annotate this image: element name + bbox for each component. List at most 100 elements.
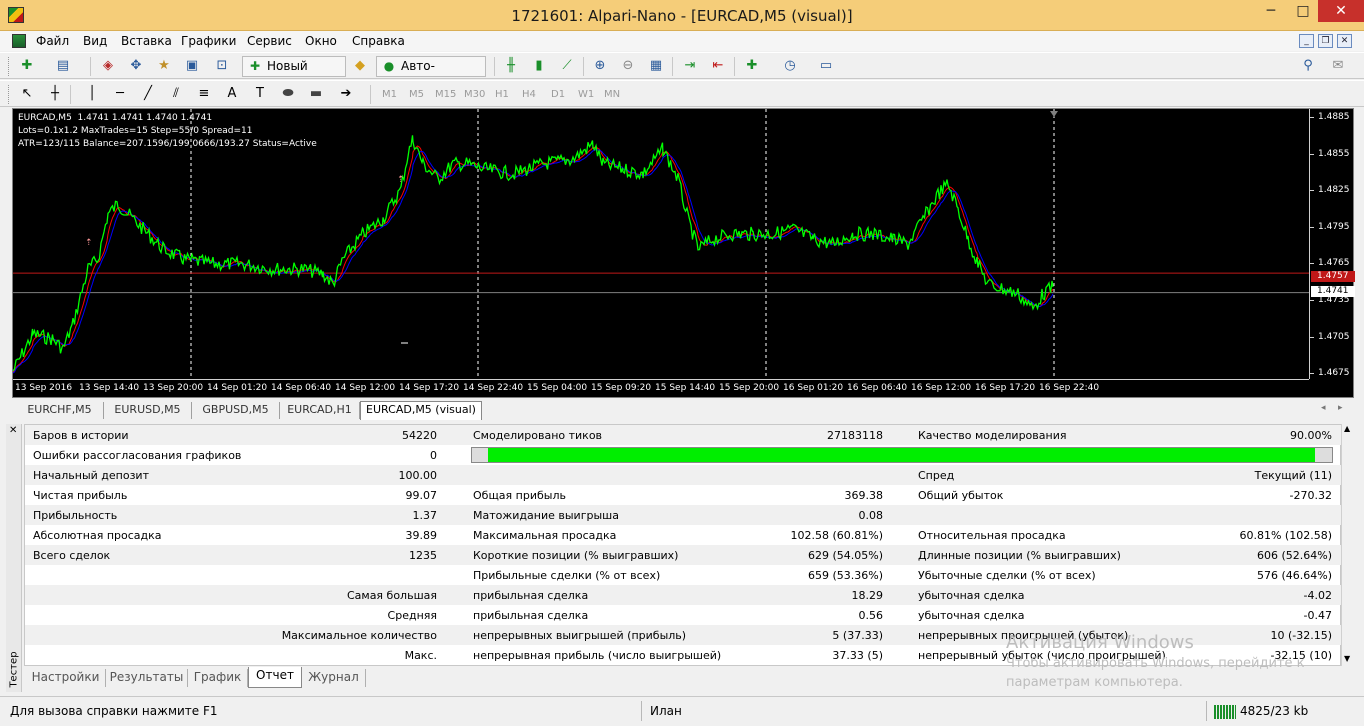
report-cell-c3l: убыточная сделка xyxy=(918,589,1025,602)
menu-file[interactable]: Файл xyxy=(36,34,69,48)
timeframe-h1[interactable]: H1 xyxy=(495,89,509,100)
tab-report[interactable]: Отчет xyxy=(248,667,302,688)
menu-view[interactable]: Вид xyxy=(83,34,107,48)
report-cell-c1v: 39.89 xyxy=(405,529,438,542)
price-tick-mark xyxy=(1310,373,1314,375)
timeframe-mn[interactable]: MN xyxy=(604,89,620,100)
menu-window[interactable]: Окно xyxy=(305,34,337,48)
metaeditor-icon[interactable]: ◆ xyxy=(350,57,370,76)
candlestick-chart-icon[interactable]: ▮ xyxy=(529,57,549,76)
price-tick-label: 1.4795 xyxy=(1318,221,1350,232)
timeframe-m30[interactable]: M30 xyxy=(464,89,485,100)
tab-results[interactable]: Результаты xyxy=(106,669,188,687)
report-cell-c2v: 102.58 (60.81%) xyxy=(790,529,883,542)
tab-eurcad-m5-visual[interactable]: EURCAD,M5 (visual) xyxy=(360,401,482,420)
report-scrollbar[interactable]: ▲ ▼ xyxy=(1341,424,1354,666)
periods-icon[interactable]: ◷ xyxy=(780,57,800,76)
tabs-scroll-right-icon[interactable]: ▸ xyxy=(1338,403,1343,413)
arrows-icon[interactable]: ➔ xyxy=(336,85,356,104)
terminal-icon[interactable]: ▣ xyxy=(182,57,202,76)
report-cell-c1v: 0 xyxy=(430,449,437,462)
timeframe-w1[interactable]: W1 xyxy=(578,89,594,100)
trendline-icon[interactable]: ╱ xyxy=(138,85,158,104)
tester-icon[interactable]: ⊡ xyxy=(212,57,232,76)
maximize-button[interactable]: □ xyxy=(1288,0,1318,22)
auto-trading-button[interactable]: ●Авто-торговля xyxy=(376,56,486,92)
close-button[interactable]: ✕ xyxy=(1318,0,1364,22)
tile-windows-icon[interactable]: ▦ xyxy=(646,57,666,76)
horizontal-line-icon[interactable]: ─ xyxy=(110,85,130,104)
text-icon[interactable]: A xyxy=(222,85,242,104)
navigator-icon[interactable]: ★ xyxy=(154,57,174,76)
menu-charts[interactable]: Графики xyxy=(181,34,236,48)
zoom-out-icon[interactable]: ⊖ xyxy=(618,57,638,76)
tab-eurusd-m5[interactable]: EURUSD,M5 xyxy=(104,402,192,419)
profiles-icon[interactable]: ▤ xyxy=(53,57,73,76)
line-chart-icon[interactable]: ⟋ xyxy=(557,57,577,76)
mdi-restore-button[interactable]: ❐ xyxy=(1318,34,1333,48)
tab-gbpusd-m5[interactable]: GBPUSD,M5 xyxy=(192,402,280,419)
status-bar: Для вызова справки нажмите F1 Илан 4825/… xyxy=(0,696,1364,726)
report-row: Макс. непрерывная прибыль (число выигрыше… xyxy=(25,645,1342,665)
timeframe-h4[interactable]: H4 xyxy=(522,89,536,100)
menu-help[interactable]: Справка xyxy=(352,34,405,48)
rectangle-icon[interactable]: ▬ xyxy=(306,85,326,104)
tester-close-icon[interactable]: ✕ xyxy=(9,425,17,436)
minimize-button[interactable]: ─ xyxy=(1256,0,1286,22)
modeling-progress-bar xyxy=(471,447,1333,463)
chart-window-icon[interactable] xyxy=(12,34,26,48)
cursor-icon[interactable]: ↖ xyxy=(17,85,37,104)
price-scale[interactable]: 1.4885 1.4855 1.4825 1.4795 1.4765 1.4735 1.47… xyxy=(1309,109,1355,379)
time-scale[interactable]: 13 Sep 2016 13 Sep 14:40 13 Sep 20:00 14 Se… xyxy=(13,379,1309,399)
menu-insert[interactable]: Вставка xyxy=(121,34,172,48)
timeframe-d1[interactable]: D1 xyxy=(551,89,565,100)
tab-settings[interactable]: Настройки xyxy=(26,669,106,687)
new-chart-icon[interactable]: ✚ xyxy=(17,57,37,76)
channel-icon[interactable]: ⫽ xyxy=(166,85,186,104)
timeframe-m15[interactable]: M15 xyxy=(435,89,456,100)
ellipse-icon[interactable]: ⬬ xyxy=(278,85,298,104)
auto-trading-icon: ● xyxy=(383,59,395,73)
tab-eurcad-h1[interactable]: EURCAD,H1 xyxy=(280,402,360,419)
zoom-in-icon[interactable]: ⊕ xyxy=(590,57,610,76)
vertical-line-icon[interactable]: │ xyxy=(82,85,102,104)
report-cell-c3v: -32.15 (10) xyxy=(1270,649,1332,662)
report-cell-c1v: 100.00 xyxy=(398,469,438,482)
new-order-button[interactable]: ✚Новый ордер xyxy=(242,56,346,92)
timeframe-m5[interactable]: M5 xyxy=(409,89,424,100)
chart-shift-marker[interactable] xyxy=(1050,111,1058,117)
templates-icon[interactable]: ▭ xyxy=(816,57,836,76)
connection-status-icon[interactable] xyxy=(1214,705,1236,719)
report-cell-c1l: Начальный депозит xyxy=(33,469,149,482)
chat-icon[interactable]: ✉ xyxy=(1328,57,1348,76)
price-chart[interactable]: ⇡ ⇡ EURCAD,M5 1.4741 1.4741 1.4740 1.474… xyxy=(12,108,1355,399)
mdi-close-button[interactable]: ✕ xyxy=(1337,34,1352,48)
crosshair-icon[interactable]: ┼ xyxy=(45,85,65,104)
report-row: Всего сделок 1235 Короткие позиции (% выиг… xyxy=(25,545,1342,565)
indicators-icon[interactable]: ✚ xyxy=(742,57,762,76)
fibonacci-icon[interactable]: ≡ xyxy=(194,85,214,104)
toolbar-grip[interactable] xyxy=(8,57,11,76)
bar-chart-icon[interactable]: ╫ xyxy=(501,57,521,76)
toolbar-grip[interactable] xyxy=(8,85,11,104)
market-watch-icon[interactable]: ◈ xyxy=(98,57,118,76)
autoscroll-icon[interactable]: ⇥ xyxy=(680,57,700,76)
data-window-icon[interactable]: ✥ xyxy=(126,57,146,76)
tab-graph[interactable]: График xyxy=(188,669,248,687)
tab-eurchf-m5[interactable]: EURCHF,M5 xyxy=(16,402,104,419)
tabs-scroll-left-icon[interactable]: ◂ xyxy=(1321,403,1326,413)
menu-tools[interactable]: Сервис xyxy=(247,34,292,48)
report-cell-c2l: прибыльная сделка xyxy=(473,609,589,622)
report-cell-c3v: 606 (52.64%) xyxy=(1256,549,1332,562)
search-icon[interactable]: ⚲ xyxy=(1298,57,1318,76)
tab-journal[interactable]: Журнал xyxy=(302,669,366,687)
time-tick-label: 15 Sep 09:20 xyxy=(591,383,652,393)
scroll-down-icon[interactable]: ▼ xyxy=(1344,654,1350,663)
report-cell-c2v: 659 (53.36%) xyxy=(807,569,883,582)
report-cell-c1l: Чистая прибыль xyxy=(33,489,128,502)
mdi-minimize-button[interactable]: _ xyxy=(1299,34,1314,48)
scroll-up-icon[interactable]: ▲ xyxy=(1344,424,1350,433)
chart-shift-icon[interactable]: ⇤ xyxy=(708,57,728,76)
timeframe-m1[interactable]: M1 xyxy=(382,89,397,100)
text-label-icon[interactable]: T xyxy=(250,85,270,104)
